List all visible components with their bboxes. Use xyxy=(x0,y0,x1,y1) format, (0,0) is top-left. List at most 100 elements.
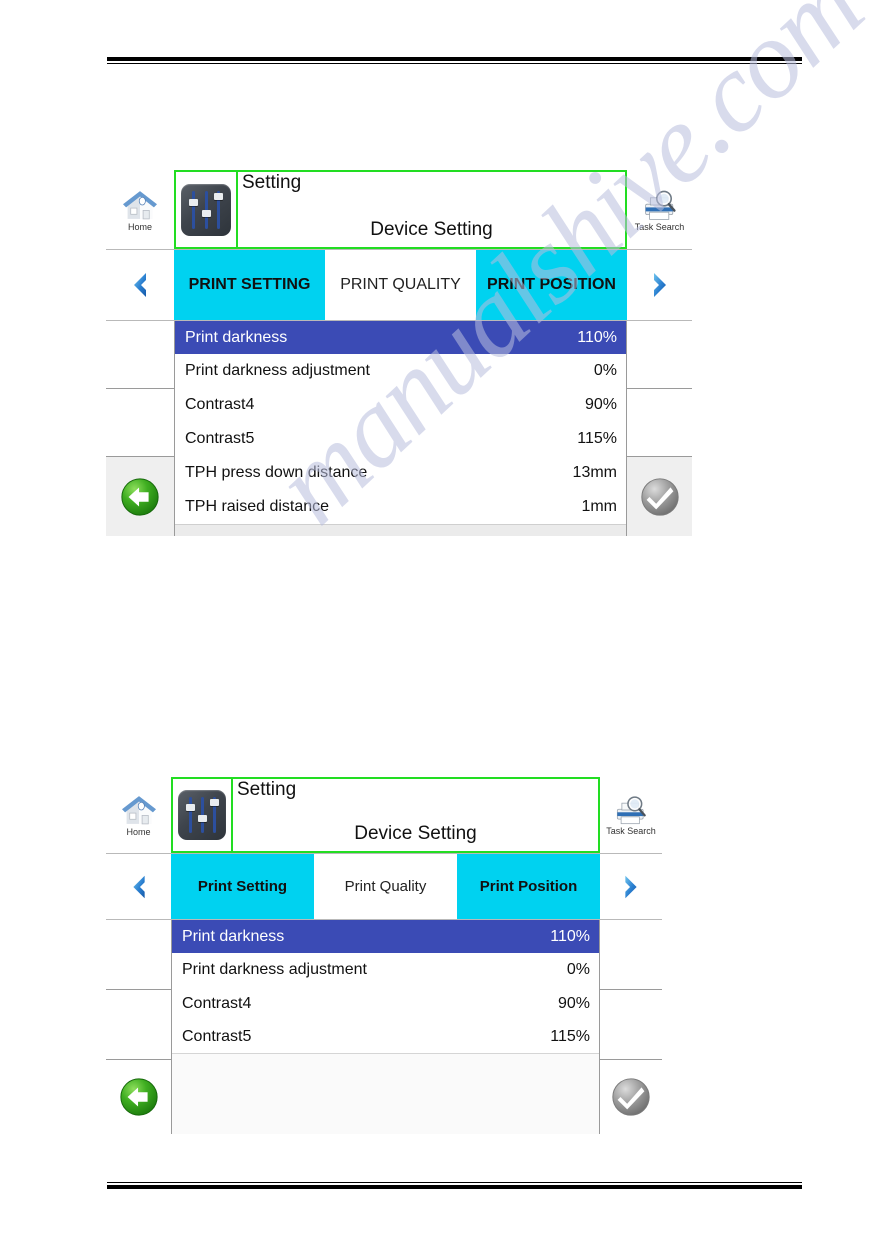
table-row[interactable]: Contrast4 90% xyxy=(175,388,626,422)
printer-search-icon xyxy=(612,794,650,826)
chevron-left-icon xyxy=(123,268,157,302)
settings-icon-button[interactable] xyxy=(173,779,233,851)
back-button[interactable] xyxy=(106,457,174,536)
left-rail xyxy=(106,920,171,1134)
app-header: Home Setting Device Setting Task Search xyxy=(106,777,662,854)
home-icon xyxy=(120,793,158,827)
tab-print-quality[interactable]: PRINT QUALITY xyxy=(325,250,476,320)
home-label: Home xyxy=(127,221,152,232)
page-title: Device Setting xyxy=(370,219,493,240)
settings-body: Print darkness 110% Print darkness adjus… xyxy=(106,920,662,1134)
right-rail xyxy=(600,920,662,1134)
row-value: 90% xyxy=(584,396,617,413)
row-value: 115% xyxy=(577,430,617,447)
settings-list: Print darkness 110% Print darkness adjus… xyxy=(174,321,627,536)
table-row[interactable]: Contrast5 115% xyxy=(175,422,626,456)
row-label: TPH raised distance xyxy=(185,498,330,515)
printer-ui-screenshot-bottom: Home Setting Device Setting Task Search … xyxy=(106,777,662,1134)
row-value: 0% xyxy=(593,362,617,379)
app-header: Home Setting Device Setting Task Search xyxy=(106,170,692,250)
table-row[interactable]: Print darkness 110% xyxy=(172,920,599,953)
table-row[interactable]: TPH raised distance 1mm xyxy=(175,490,626,524)
back-button[interactable] xyxy=(106,1060,171,1134)
title-cell: Setting Device Setting xyxy=(233,779,598,851)
app-title-frame: Setting Device Setting xyxy=(171,777,600,853)
task-search-button[interactable]: Task Search xyxy=(627,170,692,249)
left-rail-slot-1 xyxy=(106,920,171,990)
left-rail-slot-1 xyxy=(106,321,174,389)
left-rail xyxy=(106,321,174,536)
home-label: Home xyxy=(126,827,151,837)
app-title-frame: Setting Device Setting xyxy=(174,170,627,249)
right-rail-slot-1 xyxy=(627,321,692,389)
confirm-button[interactable] xyxy=(627,457,692,536)
table-row[interactable]: Contrast5 115% xyxy=(172,1020,599,1053)
table-row[interactable]: Print darkness adjustment 0% xyxy=(175,354,626,388)
right-rail-slot-2 xyxy=(627,389,692,457)
tab-print-setting[interactable]: PRINT SETTING xyxy=(174,250,325,320)
page-subtitle: Setting xyxy=(242,172,302,193)
row-value: 13mm xyxy=(572,464,617,481)
tab-bar: PRINT SETTING PRINT QUALITY PRINT POSITI… xyxy=(106,250,692,321)
back-arrow-icon xyxy=(119,476,161,518)
home-button[interactable]: Home xyxy=(106,777,171,853)
row-value: 0% xyxy=(566,961,590,978)
chevron-right-icon xyxy=(615,871,647,903)
printer-search-icon xyxy=(640,188,680,222)
row-value: 110% xyxy=(550,927,590,945)
page-footer-rule xyxy=(107,1182,802,1189)
check-circle-icon xyxy=(609,1075,653,1119)
task-search-label: Task Search xyxy=(606,826,656,836)
tab-print-position[interactable]: PRINT POSITION xyxy=(476,250,627,320)
row-label: Print darkness xyxy=(185,328,288,346)
row-value: 1mm xyxy=(581,498,617,515)
row-value: 115% xyxy=(550,1027,590,1045)
task-search-button[interactable]: Task Search xyxy=(600,777,662,853)
page-title: Device Setting xyxy=(354,823,477,844)
row-label: Contrast5 xyxy=(185,430,255,447)
row-value: 110% xyxy=(577,328,617,346)
task-search-label: Task Search xyxy=(634,221,685,232)
next-page-button[interactable] xyxy=(600,854,662,919)
check-circle-icon xyxy=(638,475,682,519)
right-rail-slot-1 xyxy=(600,920,662,990)
prev-page-button[interactable] xyxy=(106,854,171,919)
row-label: Print darkness xyxy=(182,927,285,945)
row-label: TPH press down distance xyxy=(185,464,368,481)
settings-icon-button[interactable] xyxy=(176,172,238,247)
list-empty-area xyxy=(175,524,626,536)
left-rail-slot-2 xyxy=(106,990,171,1060)
tab-print-position[interactable]: Print Position xyxy=(457,854,600,919)
title-cell: Setting Device Setting xyxy=(238,172,625,247)
back-arrow-icon xyxy=(118,1076,160,1118)
tab-print-setting[interactable]: Print Setting xyxy=(171,854,314,919)
row-label: Print darkness adjustment xyxy=(185,362,370,379)
tab-bar: Print Setting Print Quality Print Positi… xyxy=(106,854,662,920)
tab-print-quality[interactable]: Print Quality xyxy=(314,854,457,919)
prev-page-button[interactable] xyxy=(106,250,174,320)
chevron-right-icon xyxy=(643,268,677,302)
settings-list: Print darkness 110% Print darkness adjus… xyxy=(171,920,600,1134)
row-label: Contrast4 xyxy=(185,396,255,413)
row-value: 90% xyxy=(557,994,590,1012)
home-button[interactable]: Home xyxy=(106,170,174,249)
right-rail xyxy=(627,321,692,536)
right-rail-slot-2 xyxy=(600,990,662,1060)
page-subtitle: Setting xyxy=(237,779,297,800)
left-rail-slot-2 xyxy=(106,389,174,457)
table-row[interactable]: Print darkness adjustment 0% xyxy=(172,953,599,987)
settings-sliders-icon xyxy=(181,183,231,236)
table-row[interactable]: Contrast4 90% xyxy=(172,987,599,1020)
page-header-rule xyxy=(107,57,802,64)
table-row[interactable]: Print darkness 110% xyxy=(175,321,626,354)
next-page-button[interactable] xyxy=(627,250,692,320)
settings-body: Print darkness 110% Print darkness adjus… xyxy=(106,321,692,536)
tab-list: PRINT SETTING PRINT QUALITY PRINT POSITI… xyxy=(174,250,627,320)
confirm-button[interactable] xyxy=(600,1060,662,1134)
list-empty-area xyxy=(172,1053,599,1134)
table-row[interactable]: TPH press down distance 13mm xyxy=(175,456,626,490)
row-label: Contrast5 xyxy=(182,1027,252,1045)
tab-list: Print Setting Print Quality Print Positi… xyxy=(171,854,600,919)
row-label: Print darkness adjustment xyxy=(182,961,367,978)
chevron-left-icon xyxy=(123,871,155,903)
